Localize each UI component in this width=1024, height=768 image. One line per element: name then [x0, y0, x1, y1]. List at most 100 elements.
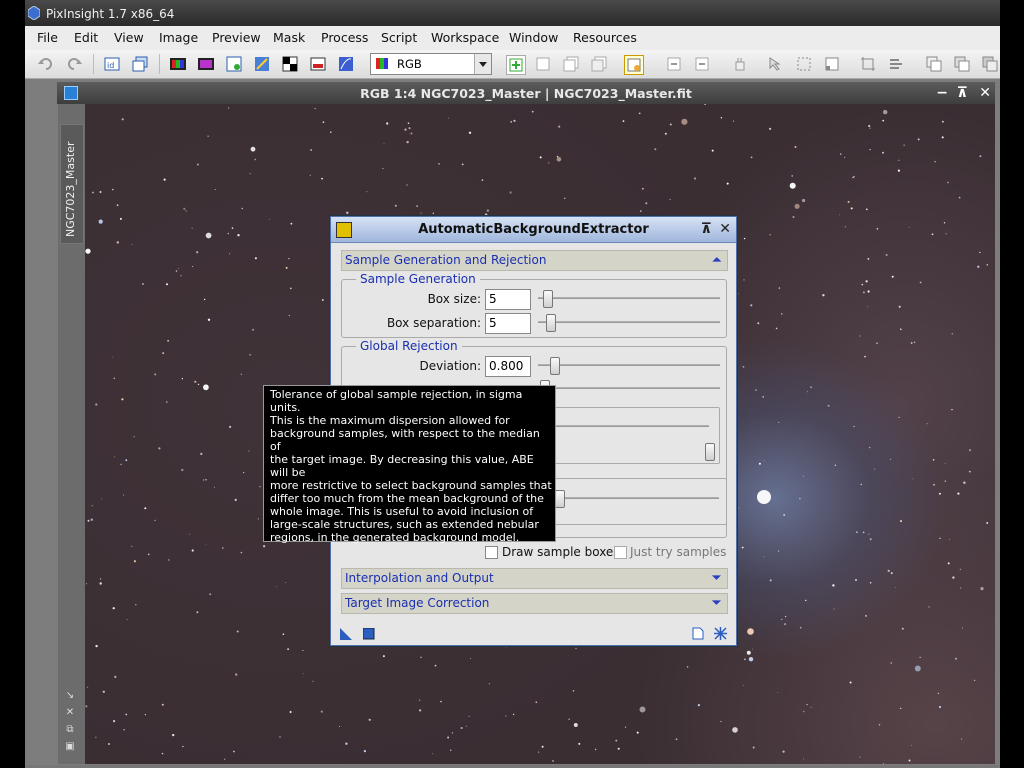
menu-window[interactable]: Window — [509, 30, 558, 45]
just-try-samples-label[interactable]: Just try samples — [630, 545, 726, 559]
box-size-slider-thumb[interactable] — [543, 290, 553, 308]
identifier-icon[interactable]: id — [103, 55, 121, 73]
link-icon[interactable]: ⧉ — [64, 724, 76, 736]
preview-icon[interactable] — [534, 55, 552, 73]
view-tab[interactable]: NGC7023_Master — [60, 124, 84, 244]
select-icon[interactable] — [795, 55, 813, 73]
section-interpolation[interactable]: Interpolation and Output ⏷ — [341, 568, 728, 589]
star — [92, 191, 94, 194]
chevron-down-icon[interactable] — [474, 54, 491, 74]
star — [891, 275, 894, 278]
star — [868, 446, 871, 449]
preview-mode-icon[interactable] — [823, 55, 841, 73]
info-icon[interactable]: ▣ — [64, 741, 76, 753]
mask-display-icon[interactable] — [953, 55, 971, 73]
color-mode-select[interactable]: RGB — [370, 53, 492, 75]
section-sample-generation[interactable]: Sample Generation and Rejection ⏶ — [341, 250, 728, 271]
star — [785, 616, 787, 618]
close-icon[interactable]: ✕ — [979, 85, 991, 101]
pixinsight-logo-icon — [28, 6, 40, 20]
star — [191, 227, 193, 229]
star — [432, 212, 434, 214]
menu-process[interactable]: Process — [321, 30, 368, 45]
star — [85, 583, 88, 585]
menu-edit[interactable]: Edit — [74, 30, 98, 45]
stf-icon[interactable] — [337, 55, 355, 73]
star — [887, 569, 890, 572]
menu-image[interactable]: Image — [159, 30, 198, 45]
just-try-samples-checkbox[interactable] — [614, 546, 627, 559]
box-separation-field[interactable]: 5 — [485, 313, 531, 334]
box-size-field[interactable]: 5 — [485, 289, 531, 310]
star — [95, 403, 98, 406]
align-icon[interactable] — [887, 55, 905, 73]
hand-icon[interactable] — [731, 55, 749, 73]
menu-preview[interactable]: Preview — [212, 30, 261, 45]
star — [934, 161, 936, 163]
box-separation-slider-thumb[interactable] — [546, 314, 556, 332]
sub-slider-thumb[interactable] — [705, 443, 715, 461]
channel-extract-icon[interactable] — [197, 55, 215, 73]
section-target-correction[interactable]: Target Image Correction ⏷ — [341, 593, 728, 614]
new-process-icon[interactable] — [624, 55, 644, 75]
box-separation-slider-track[interactable] — [538, 321, 720, 323]
undo-icon[interactable] — [37, 55, 55, 73]
zoom-in-icon[interactable] — [665, 55, 683, 73]
abe-dialog-titlebar[interactable]: AutomaticBackgroundExtractor ⊼ ✕ — [331, 217, 736, 243]
dynamic-crop-icon[interactable] — [859, 55, 877, 73]
shrink-icon[interactable]: ↘ — [64, 690, 76, 702]
close-icon[interactable]: ✕ — [719, 221, 731, 237]
readout-icon[interactable] — [767, 55, 785, 73]
deviation-slider-track[interactable] — [538, 364, 720, 366]
rgb-channels-icon[interactable] — [169, 55, 187, 73]
menu-resources[interactable]: Resources — [573, 30, 637, 45]
menu-mask[interactable]: Mask — [273, 30, 305, 45]
minimize-icon[interactable]: − — [936, 85, 948, 101]
star — [113, 456, 115, 458]
menu-view[interactable]: View — [114, 30, 144, 45]
tooltip-line: regions, in the generated background mod… — [270, 531, 520, 544]
image-window-titlebar[interactable]: RGB 1:4 NGC7023_Master | NGC7023_Master.… — [57, 82, 995, 104]
deviation-field[interactable]: 0.800 — [485, 356, 531, 377]
preview-stack-icon[interactable] — [590, 55, 608, 73]
shade-icon[interactable]: ⊼ — [957, 85, 968, 101]
expand-icon[interactable]: ⏷ — [712, 571, 721, 585]
fit-icon[interactable]: ✕ — [64, 707, 76, 719]
mask-icon[interactable] — [281, 55, 299, 73]
menu-file[interactable]: File — [37, 30, 58, 45]
sub-slider-track[interactable] — [549, 425, 709, 427]
new-instance-icon[interactable] — [340, 628, 352, 640]
star — [781, 313, 783, 315]
collapse-icon[interactable]: ⏶ — [712, 253, 721, 267]
sub2-slider-track[interactable] — [549, 497, 719, 499]
new-image-icon[interactable] — [225, 55, 243, 73]
browse-documentation-icon[interactable] — [692, 627, 704, 640]
star — [803, 758, 804, 760]
preview-copy-icon[interactable] — [562, 55, 580, 73]
draw-sample-boxes-checkbox[interactable] — [485, 546, 498, 559]
screen-transfer-icon[interactable] — [309, 55, 327, 73]
star — [669, 123, 672, 126]
sub2-slider-thumb[interactable] — [555, 490, 565, 508]
star — [205, 232, 212, 239]
edit-icon[interactable] — [253, 55, 271, 73]
mask-invert-icon[interactable] — [981, 55, 999, 73]
shade-icon[interactable]: ⊼ — [701, 221, 712, 237]
clone-icon[interactable] — [131, 55, 149, 73]
star — [236, 630, 239, 633]
box-size-slider-track[interactable] — [538, 297, 720, 299]
rejection-slider-track[interactable] — [538, 387, 720, 389]
menu-workspace[interactable]: Workspace — [431, 30, 499, 45]
zoom-out-icon[interactable] — [693, 55, 711, 73]
star — [962, 627, 963, 629]
deviation-slider-thumb[interactable] — [550, 357, 560, 375]
menu-script[interactable]: Script — [381, 30, 417, 45]
history-icon[interactable] — [925, 55, 943, 73]
reset-icon[interactable] — [714, 627, 727, 640]
apply-global-icon[interactable] — [363, 628, 375, 640]
redo-icon[interactable] — [65, 55, 83, 73]
new-preview-icon[interactable] — [506, 55, 526, 75]
draw-sample-boxes-label[interactable]: Draw sample boxes — [502, 545, 620, 559]
star — [416, 205, 418, 207]
expand-icon[interactable]: ⏷ — [712, 596, 721, 610]
